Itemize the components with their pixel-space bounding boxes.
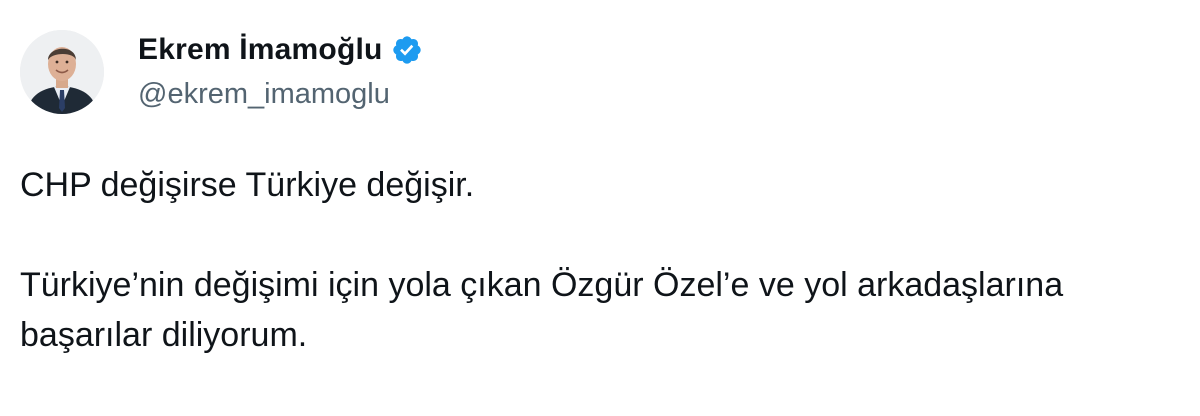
avatar-image: [20, 30, 104, 114]
display-name[interactable]: Ekrem İmamoğlu: [138, 30, 383, 70]
tweet-header: Ekrem İmamoğlu @ekrem_imamoglu: [20, 30, 423, 114]
tweet-text: CHP değişirse Türkiye değişir. Türkiye’n…: [20, 160, 1190, 360]
avatar[interactable]: [20, 30, 104, 114]
name-row: Ekrem İmamoğlu: [138, 30, 423, 70]
verified-badge-icon: [391, 34, 423, 66]
tweet-card: Ekrem İmamoğlu @ekrem_imamoglu CHP değiş…: [0, 0, 1200, 416]
author-info: Ekrem İmamoğlu @ekrem_imamoglu: [138, 30, 423, 114]
tweet-paragraph: CHP değişirse Türkiye değişir.: [20, 166, 475, 204]
author-handle[interactable]: @ekrem_imamoglu: [138, 74, 423, 114]
tweet-paragraph: Türkiye’nin değişimi için yola çıkan Özg…: [20, 266, 1064, 354]
